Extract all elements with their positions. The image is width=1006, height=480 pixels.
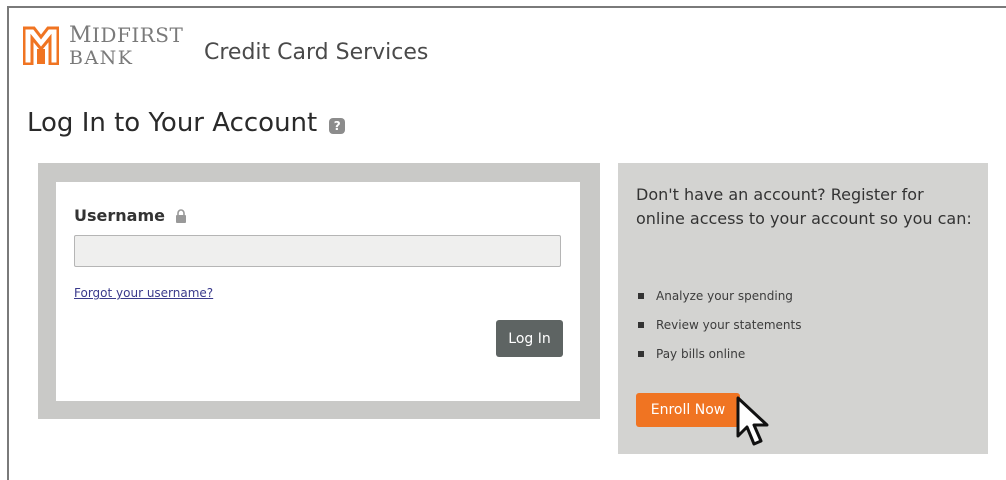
list-item: Review your statements [638,316,801,345]
forgot-username-link[interactable]: Forgot your username? [74,286,213,300]
bullet-icon [638,293,644,299]
page-title-text: Log In to Your Account [27,108,318,138]
bullet-icon [638,322,644,328]
login-panel: Username Forgot your username? Log In [38,163,600,419]
midfirst-logo [23,26,59,65]
list-item: Analyze your spending [638,287,801,316]
lock-icon [175,208,186,223]
username-label-text: Username [74,206,165,225]
bank-name: MIDFIRST BANK [69,23,184,69]
register-panel: Don't have an account? Register for onli… [618,163,988,454]
logo-text-idf: IDF [92,23,132,47]
benefit-text: Review your statements [656,318,802,332]
logo-initial-m: M [69,23,93,48]
login-form: Username Forgot your username? Log In [56,182,580,401]
mouse-pointer-icon [736,396,769,446]
logo-text-irst: IRST [131,23,184,47]
enroll-now-button[interactable]: Enroll Now [636,393,740,427]
list-item: Pay bills online [638,345,801,374]
benefit-text: Analyze your spending [656,289,793,303]
register-text: Don't have an account? Register for onli… [636,185,972,228]
login-button[interactable]: Log In [496,320,563,357]
username-label: Username [74,206,187,225]
bullet-icon [638,351,644,357]
page-title: Log In to Your Account ? [27,108,346,138]
username-input[interactable] [74,235,561,267]
question-icon[interactable]: ? [329,118,346,134]
service-title: Credit Card Services [204,40,429,65]
benefits-list: Analyze your spending Review your statem… [638,287,801,374]
benefit-text: Pay bills online [656,347,746,361]
logo-text-bank: BANK [69,47,134,69]
